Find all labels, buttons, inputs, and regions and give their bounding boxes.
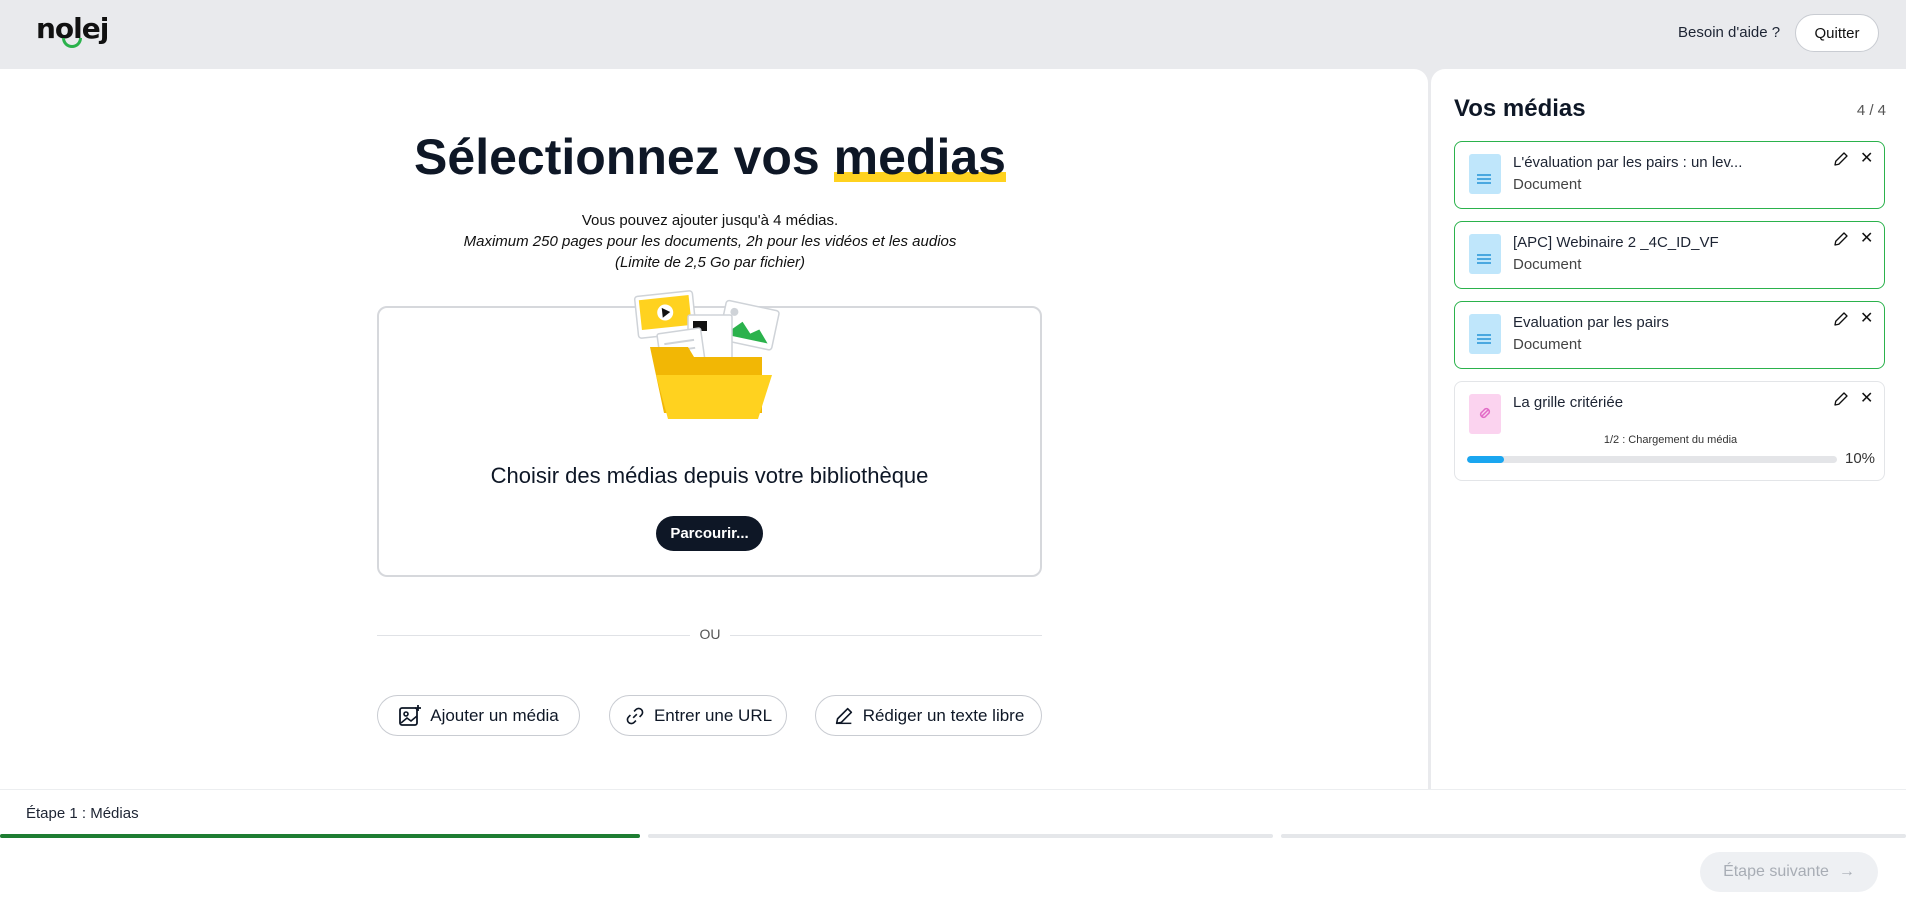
free-text-label: Rédiger un texte libre [862, 705, 1025, 725]
edit-icon[interactable] [1832, 230, 1850, 248]
page-title-highlight-word: medias [833, 129, 1006, 185]
or-divider: OU [699, 626, 721, 642]
media-count: 4 / 4 [1856, 102, 1886, 119]
upload-progress-bar [1467, 456, 1837, 463]
edit-icon[interactable] [1832, 310, 1850, 328]
media-card[interactable]: Evaluation par les pairs Document ✕ [1454, 301, 1885, 369]
close-icon[interactable]: ✕ [1860, 388, 1873, 408]
add-media-label: Ajouter un média [430, 705, 559, 725]
library-instruction: Choisir des médias depuis votre biblioth… [490, 463, 929, 488]
step-label: Étape 1 : Médias [26, 805, 139, 822]
document-icon [1469, 314, 1501, 354]
upload-progress-label: 1/2 : Chargement du média [1603, 434, 1738, 446]
step-1-progress [0, 834, 640, 838]
media-card-loading[interactable]: La grille critériée ✕ 1/2 : Chargement d… [1454, 381, 1885, 481]
link-document-icon [1469, 394, 1501, 434]
next-step-label: Étape suivante [1723, 863, 1829, 880]
edit-icon[interactable] [1832, 390, 1850, 408]
subtitle-max: Maximum 250 pages pour les documents, 2h… [463, 233, 957, 250]
edit-icon[interactable] [1832, 150, 1850, 168]
next-step-button[interactable]: Étape suivante → [1700, 852, 1878, 892]
free-text-button[interactable]: Rédiger un texte libre [815, 695, 1042, 736]
close-icon[interactable]: ✕ [1860, 308, 1873, 328]
subtitle-limit: Vous pouvez ajouter jusqu'à 4 médias. [581, 212, 839, 229]
page-title-highlight: medias [833, 128, 1006, 186]
footer-bar [0, 789, 1906, 900]
logo-smile-icon [62, 38, 82, 48]
step-2-track [648, 834, 1273, 838]
arrow-right-icon: → [1838, 863, 1855, 880]
enter-url-label: Entrer une URL [653, 705, 773, 725]
media-name: [APC] Webinaire 2 _4C_ID_VF [1513, 234, 1719, 251]
divider-line-left [377, 635, 690, 636]
media-type: Document [1513, 176, 1582, 193]
step-3-track [1281, 834, 1906, 838]
media-card[interactable]: L'évaluation par les pairs : un lev... D… [1454, 141, 1885, 209]
enter-url-button[interactable]: Entrer une URL [609, 695, 787, 736]
close-icon[interactable]: ✕ [1860, 148, 1873, 168]
link-icon [626, 707, 644, 724]
media-name: Evaluation par les pairs [1513, 314, 1669, 331]
document-icon [1469, 234, 1501, 274]
pencil-icon [835, 707, 852, 724]
subtitle-file-limit: (Limite de 2,5 Go par fichier) [614, 254, 806, 271]
media-type: Document [1513, 256, 1582, 273]
add-media-button[interactable]: Ajouter un média [377, 695, 580, 736]
quit-button[interactable]: Quitter [1795, 14, 1879, 52]
media-type: Document [1513, 336, 1582, 353]
add-image-icon [399, 704, 422, 726]
divider-line-right [730, 635, 1042, 636]
browse-button[interactable]: Parcourir... [656, 516, 763, 551]
media-sidebar-title: Vos médias [1454, 95, 1586, 122]
media-name: L'évaluation par les pairs : un lev... [1513, 154, 1743, 171]
close-icon[interactable]: ✕ [1860, 228, 1873, 248]
upload-progress-fill [1467, 456, 1504, 463]
media-card[interactable]: [APC] Webinaire 2 _4C_ID_VF Document ✕ [1454, 221, 1885, 289]
folder-media-illustration [633, 290, 780, 419]
page-title: Sélectionnez vos medias [0, 128, 1420, 186]
upload-progress-percent: 10% [1845, 450, 1876, 467]
help-link[interactable]: Besoin d'aide ? [1678, 24, 1780, 41]
top-bar: nolej Besoin d'aide ? Quitter [0, 0, 1906, 68]
media-name: La grille critériée [1513, 394, 1624, 411]
document-icon [1469, 154, 1501, 194]
page-title-prefix: Sélectionnez vos [414, 129, 820, 185]
